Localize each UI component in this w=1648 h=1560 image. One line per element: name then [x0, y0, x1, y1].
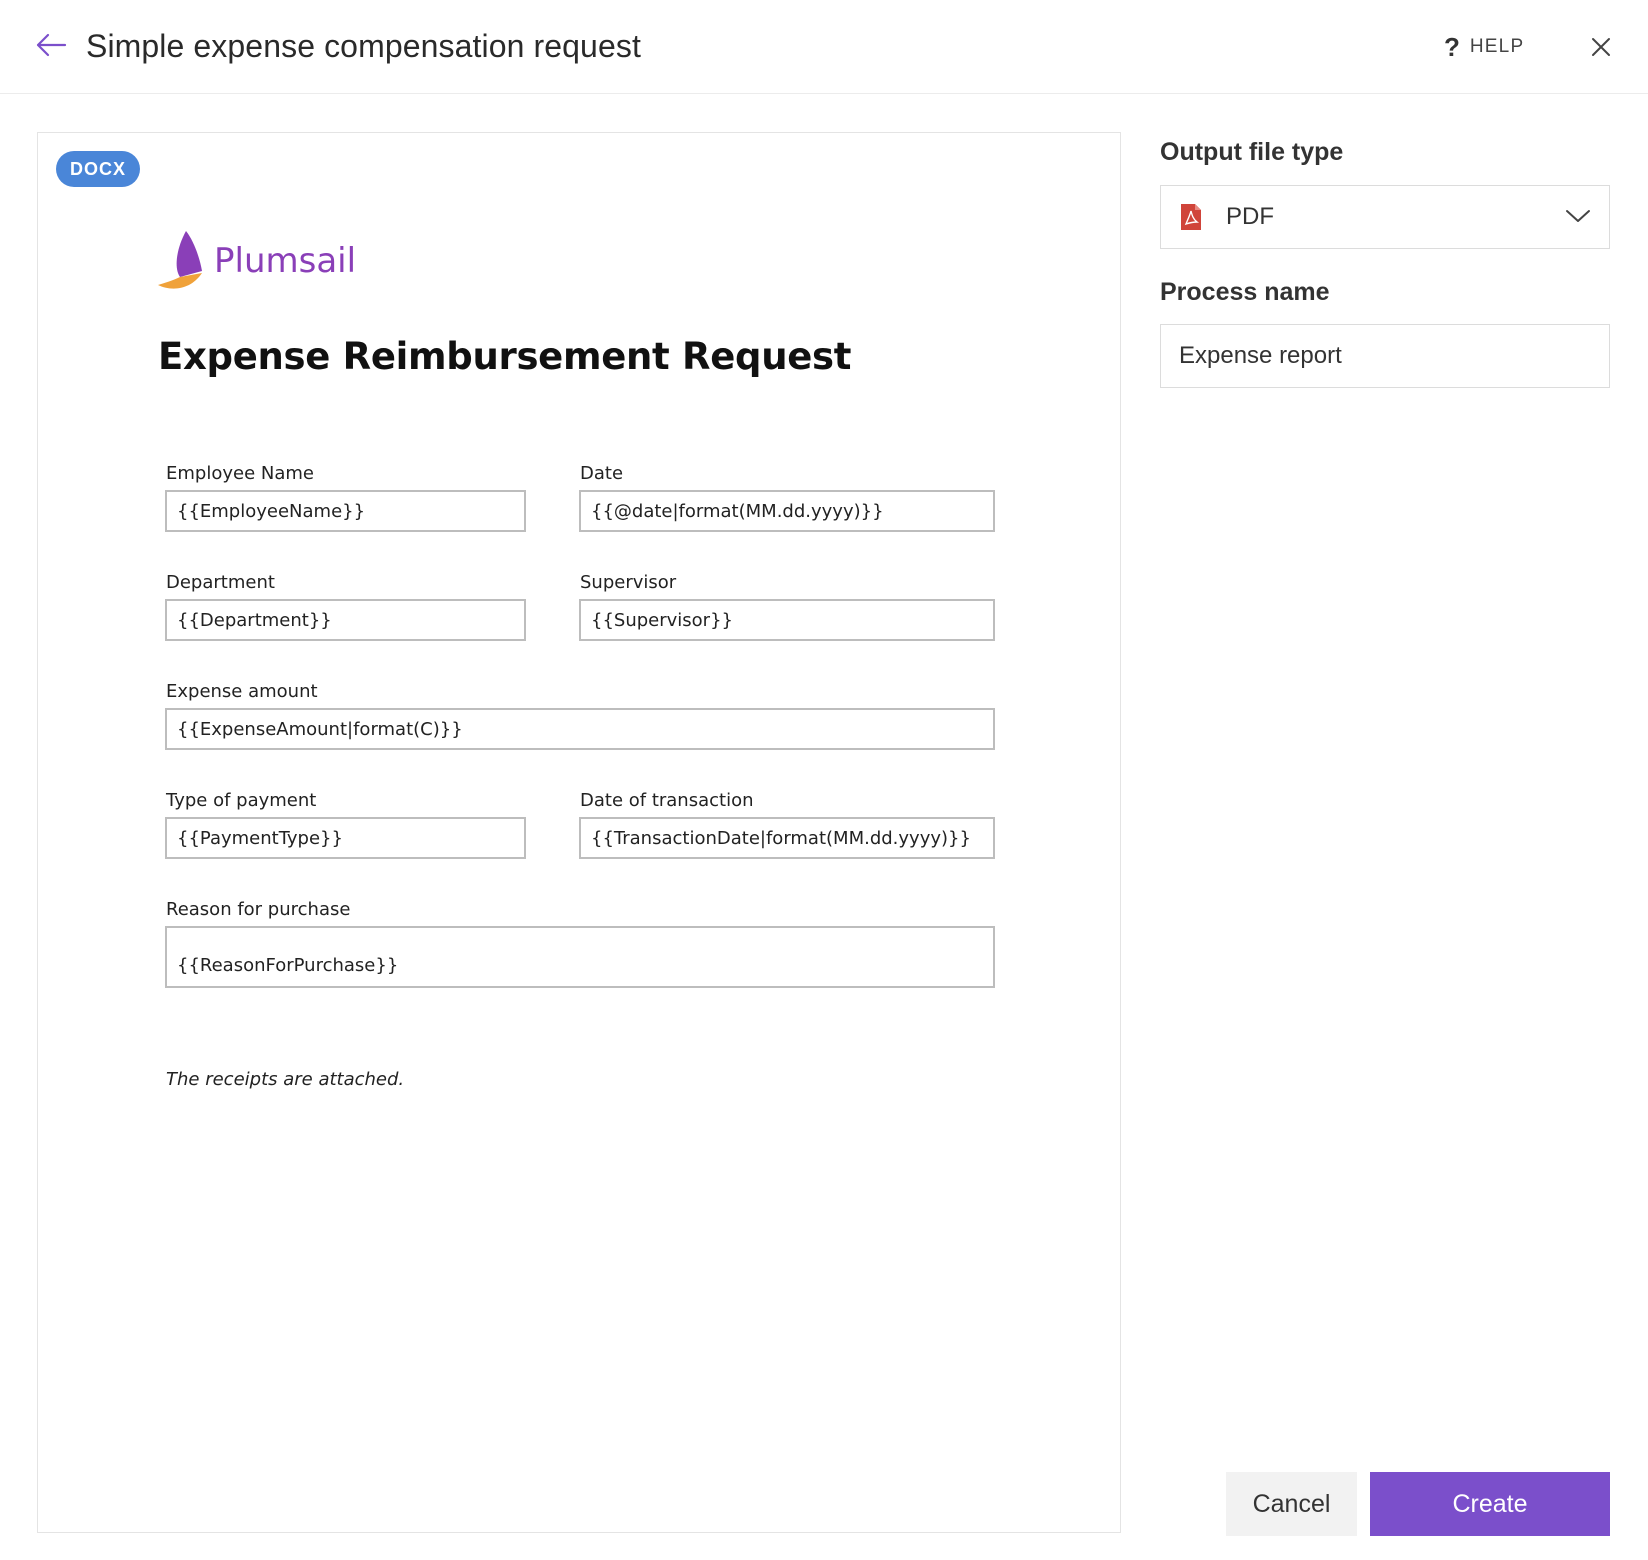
back-button[interactable]	[34, 28, 68, 62]
help-label: HELP	[1469, 36, 1525, 57]
pdf-icon	[1181, 204, 1201, 230]
employee-name-label: Employee Name	[166, 463, 314, 484]
sail-logo-icon	[158, 231, 202, 289]
output-file-type-select[interactable]: PDF	[1160, 185, 1610, 249]
output-file-type-value: PDF	[1226, 203, 1274, 230]
expense-amount-label: Expense amount	[166, 681, 318, 702]
receipts-note: The receipts are attached.	[166, 1069, 405, 1090]
process-name-input[interactable]: Expense report	[1160, 324, 1610, 388]
expense-amount-field: {{ExpenseAmount|format(C)}}	[165, 708, 995, 750]
close-icon	[1592, 38, 1610, 56]
employee-name-field: {{EmployeeName}}	[165, 490, 526, 532]
process-name-label: Process name	[1160, 278, 1330, 306]
department-label: Department	[166, 572, 275, 593]
output-file-type-label: Output file type	[1160, 138, 1344, 166]
date-field: {{@date|format(MM.dd.yyyy)}}	[579, 490, 995, 532]
supervisor-label: Supervisor	[580, 572, 677, 593]
dialog-title: Simple expense compensation request	[86, 28, 641, 64]
transaction-date-field: {{TransactionDate|format(MM.dd.yyyy)}}	[579, 817, 995, 859]
arrow-left-icon	[36, 33, 67, 57]
help-icon: ?	[1444, 32, 1460, 62]
department-field: {{Department}}	[165, 599, 526, 641]
file-type-badge: DOCX	[56, 151, 141, 187]
payment-type-label: Type of payment	[166, 790, 317, 811]
supervisor-field: {{Supervisor}}	[579, 599, 995, 641]
chevron-down-icon	[1566, 210, 1590, 222]
transaction-date-label: Date of transaction	[580, 790, 754, 811]
create-button[interactable]: Create	[1370, 1472, 1610, 1536]
reason-label: Reason for purchase	[166, 899, 351, 920]
date-label: Date	[580, 463, 624, 484]
document-preview: DOCX Plumsail Expense Reimbursement Requ…	[37, 132, 1121, 1533]
cancel-button[interactable]: Cancel	[1226, 1472, 1357, 1536]
reason-field: {{ReasonForPurchase}}	[165, 926, 995, 988]
plumsail-logo: Plumsail	[156, 229, 356, 293]
document-title: Expense Reimbursement Request	[158, 335, 852, 378]
logo-text: Plumsail	[214, 241, 357, 281]
payment-type-field: {{PaymentType}}	[165, 817, 526, 859]
help-button[interactable]: ? HELP	[1444, 30, 1524, 64]
dialog-header: Simple expense compensation request ? HE…	[0, 0, 1648, 94]
close-button[interactable]	[1584, 30, 1618, 64]
